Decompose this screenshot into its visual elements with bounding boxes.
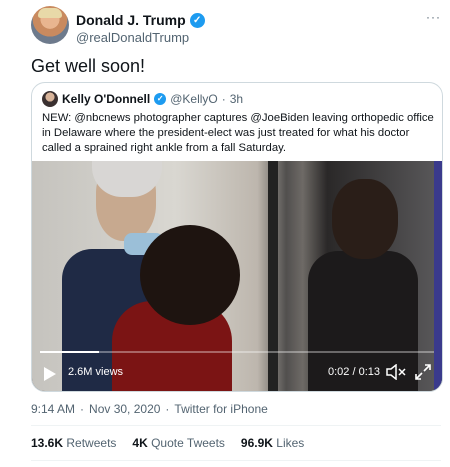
tweet-text: Get well soon! xyxy=(31,56,146,76)
video-controls: 2.6M views 0:02 / 0:13 xyxy=(32,357,442,391)
more-options-icon[interactable]: ··· xyxy=(426,10,441,24)
video-progress-fill xyxy=(40,351,100,353)
divider xyxy=(31,460,441,461)
quoted-verified-badge-icon: ✓ xyxy=(154,93,167,105)
tweet-metadata: 9:14 AM · Nov 30, 2020 · Twitter for iPh… xyxy=(31,402,268,416)
quote-tweets-count: 4K xyxy=(132,436,148,450)
quoted-tweet-text: NEW: @nbcnews photographer captures @Joe… xyxy=(42,112,434,154)
author-name-row: Donald J. Trump ✓ xyxy=(76,12,205,28)
quoted-time-ago[interactable]: 3h xyxy=(230,92,243,106)
likes-count: 96.9K xyxy=(240,436,273,450)
retweets-label: Retweets xyxy=(66,436,117,450)
author-handle[interactable]: @realDonaldTrump xyxy=(76,30,189,45)
quoted-tweet[interactable]: Kelly O'Donnell ✓ @KellyO · 3h NEW: @nbc… xyxy=(31,82,443,392)
video-view-count: 2.6M views xyxy=(68,366,124,378)
quoted-tweet-header: Kelly O'Donnell ✓ @KellyO · 3h xyxy=(62,92,243,106)
quoted-separator: · xyxy=(221,92,226,106)
video-time: 0:02 / 0:13 xyxy=(328,366,380,378)
fullscreen-icon[interactable] xyxy=(414,363,432,381)
quote-tweets-label: Quote Tweets xyxy=(151,436,225,450)
tweet-card: Donald J. Trump ✓ @realDonaldTrump ··· G… xyxy=(0,0,450,467)
likes-label: Likes xyxy=(276,436,305,450)
quote-tweets-stat[interactable]: 4K Quote Tweets xyxy=(132,436,225,450)
engagement-stats: 13.6K Retweets 4K Quote Tweets 96.9K Lik… xyxy=(31,436,304,450)
meta-separator: · xyxy=(80,402,85,416)
verified-badge-icon: ✓ xyxy=(189,12,205,28)
video-frame-figure-right-head xyxy=(332,179,398,259)
play-icon[interactable] xyxy=(44,367,56,381)
quoted-author-handle[interactable]: @KellyO xyxy=(170,92,218,106)
author-avatar[interactable] xyxy=(31,6,69,44)
video-player[interactable]: 2.6M views 0:02 / 0:13 xyxy=(32,161,442,391)
video-progress-bar[interactable] xyxy=(40,351,434,353)
likes-stat[interactable]: 96.9K Likes xyxy=(241,436,304,450)
retweets-count: 13.6K xyxy=(31,436,64,450)
tweet-source[interactable]: Twitter for iPhone xyxy=(174,402,267,416)
divider xyxy=(31,425,441,426)
author-display-name[interactable]: Donald J. Trump xyxy=(76,12,186,28)
tweet-date[interactable]: Nov 30, 2020 xyxy=(89,402,160,416)
meta-separator: · xyxy=(165,402,170,416)
quoted-author-avatar[interactable] xyxy=(42,91,58,107)
quoted-author-name[interactable]: Kelly O'Donnell xyxy=(62,92,150,106)
retweets-stat[interactable]: 13.6K Retweets xyxy=(31,436,116,450)
video-frame-woman-hair xyxy=(140,225,240,325)
tweet-time[interactable]: 9:14 AM xyxy=(31,402,75,416)
mute-icon[interactable] xyxy=(386,364,406,380)
